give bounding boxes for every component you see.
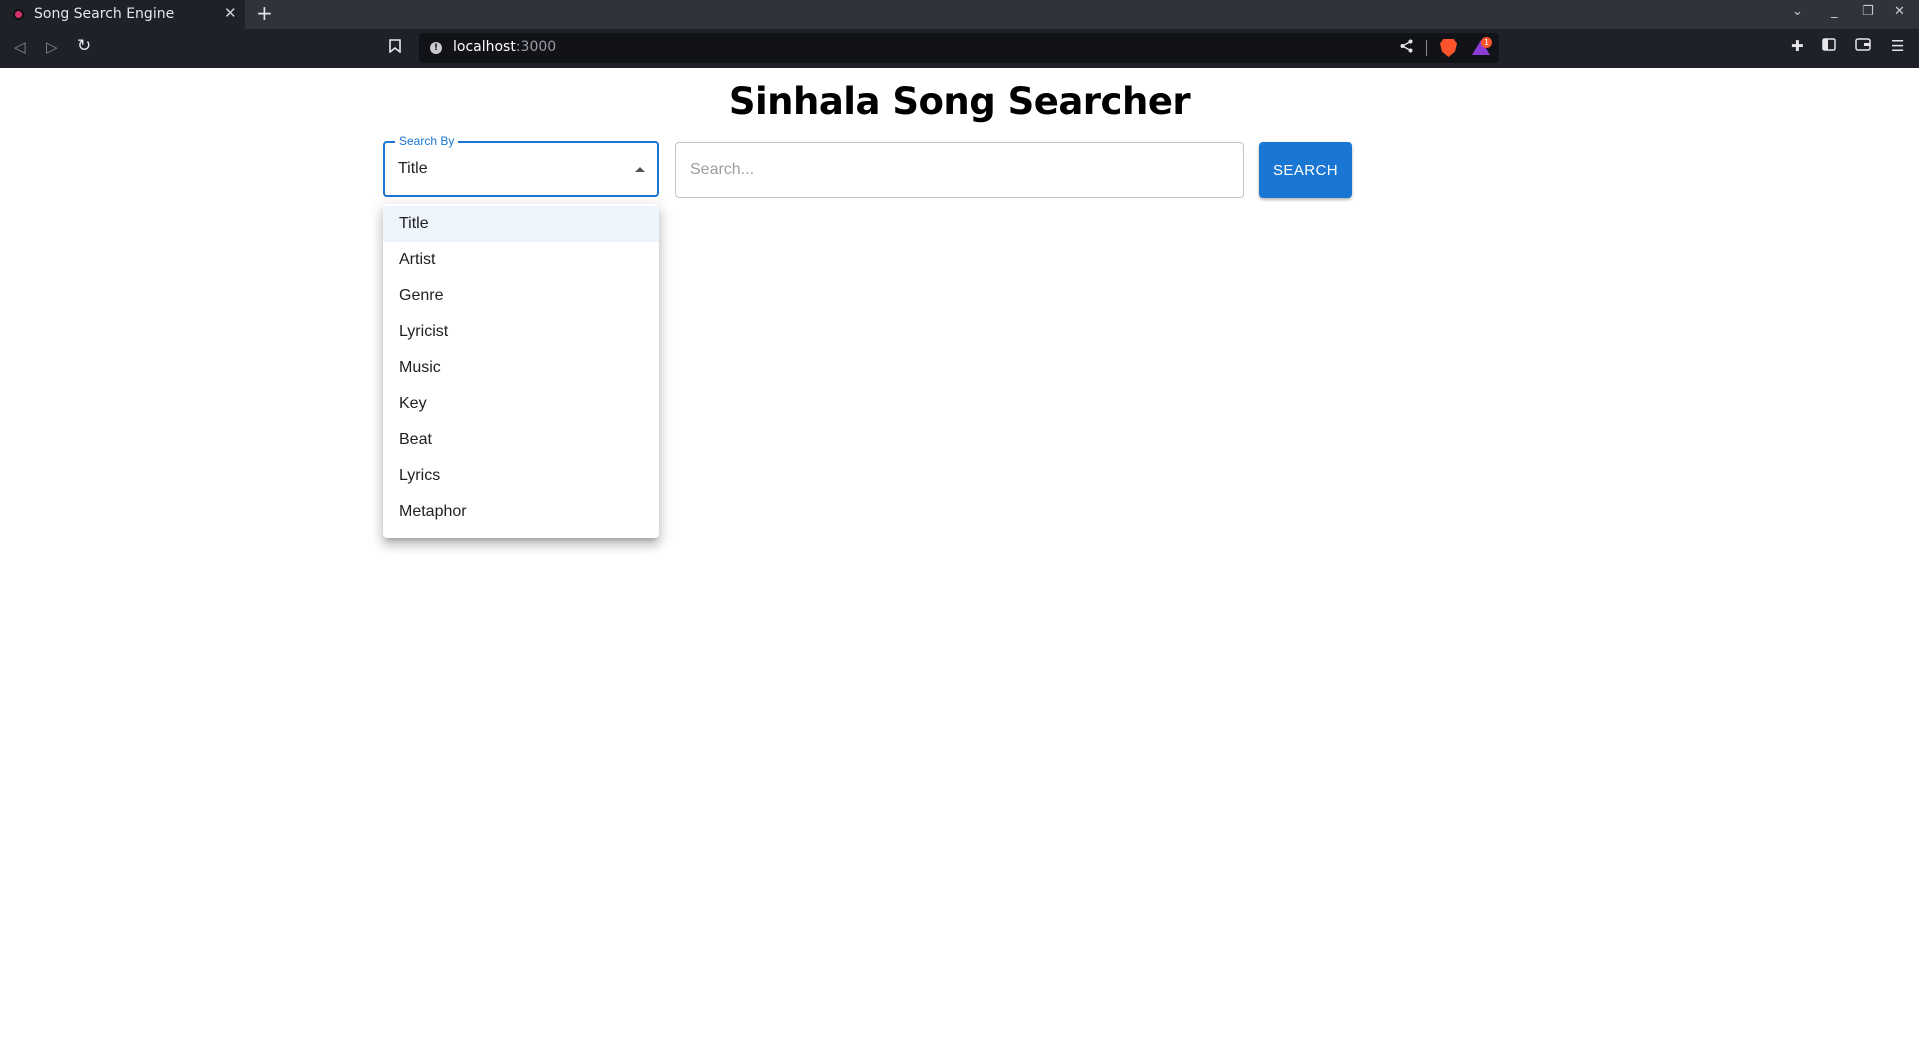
tab-close-icon[interactable]: ✕ [224, 4, 237, 22]
menu-item-metaphor[interactable]: Metaphor [383, 494, 659, 530]
reload-icon[interactable]: ↻ [77, 36, 91, 56]
search-button[interactable]: SEARCH [1259, 142, 1352, 198]
extensions-icon[interactable]: ✚ [1791, 37, 1804, 55]
browser-toolbar: ◁ ▷ ↻ ! localhost:3000 1 ✚ ☰ [0, 29, 1919, 68]
menu-item-key[interactable]: Key [383, 386, 659, 422]
wallet-icon[interactable] [1855, 37, 1871, 55]
search-by-dropdown-menu: Title Artist Genre Lyricist Music Key Be… [383, 204, 659, 538]
search-by-select[interactable]: Search By Title [383, 134, 659, 197]
brave-shields-icon[interactable] [1440, 39, 1457, 57]
menu-item-lyrics[interactable]: Lyrics [383, 458, 659, 494]
site-info-icon[interactable]: ! [430, 42, 442, 54]
caret-up-icon [635, 167, 645, 172]
search-by-label: Search By [395, 134, 459, 148]
back-icon[interactable]: ◁ [14, 38, 26, 56]
menu-item-lyricist[interactable]: Lyricist [383, 314, 659, 350]
browser-tab-strip: Song Search Engine ✕ + ⌄ _ ❐ ✕ [0, 0, 1919, 29]
address-bar[interactable]: ! localhost:3000 1 [419, 33, 1499, 63]
url-text[interactable]: localhost:3000 [453, 39, 556, 55]
minimize-icon[interactable]: _ [1831, 4, 1838, 19]
bookmark-icon[interactable] [389, 38, 401, 57]
restore-icon[interactable]: ❐ [1862, 4, 1874, 19]
close-window-icon[interactable]: ✕ [1894, 4, 1905, 19]
address-divider [1426, 40, 1427, 56]
rewards-badge: 1 [1481, 37, 1492, 48]
browser-tab[interactable]: Song Search Engine ✕ [0, 0, 245, 29]
tab-list-chevron-icon[interactable]: ⌄ [1792, 4, 1803, 19]
share-icon[interactable] [1400, 39, 1413, 57]
page-title: Sinhala Song Searcher [728, 80, 1191, 123]
menu-item-beat[interactable]: Beat [383, 422, 659, 458]
menu-item-music[interactable]: Music [383, 350, 659, 386]
menu-item-title[interactable]: Title [383, 206, 659, 242]
menu-item-genre[interactable]: Genre [383, 278, 659, 314]
favicon-icon [13, 9, 24, 20]
menu-icon[interactable]: ☰ [1891, 37, 1904, 55]
search-by-value: Title [398, 160, 428, 177]
search-field [675, 142, 1244, 198]
sidebar-icon[interactable] [1822, 37, 1836, 55]
menu-item-artist[interactable]: Artist [383, 242, 659, 278]
search-input[interactable] [676, 143, 1243, 197]
tab-title: Song Search Engine [34, 6, 175, 22]
new-tab-icon[interactable]: + [256, 2, 273, 24]
forward-icon[interactable]: ▷ [46, 38, 58, 56]
